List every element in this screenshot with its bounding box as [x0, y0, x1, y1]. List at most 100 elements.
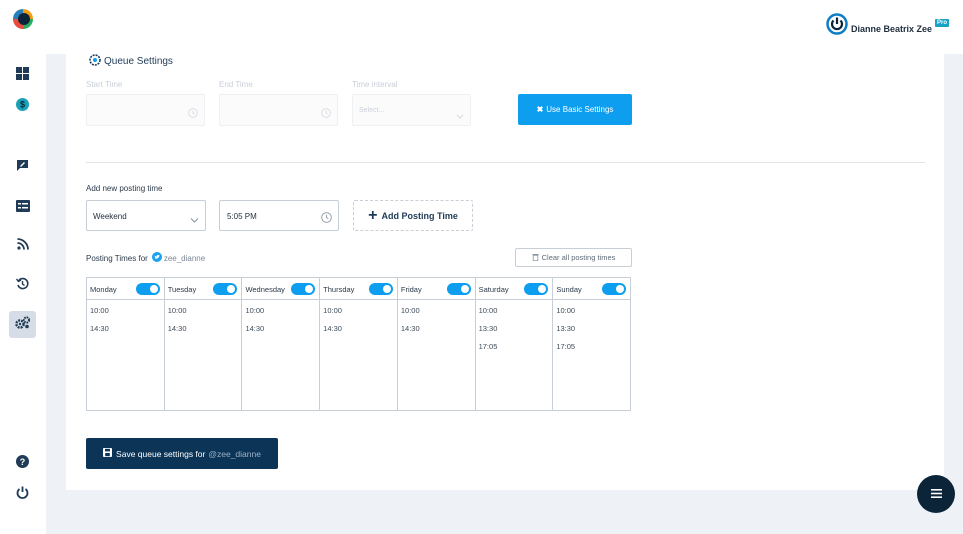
history-icon: [15, 277, 29, 295]
day-toggle[interactable]: [213, 283, 238, 295]
plus-icon: +: [368, 206, 378, 224]
day-column-wednesday: Wednesday 10:00 14:30: [242, 278, 321, 410]
trash-icon: [532, 253, 539, 263]
save-queue-handle: @zee_dianne: [208, 448, 261, 459]
day-name: Tuesday: [167, 285, 197, 294]
time-interval-select[interactable]: Select...: [352, 94, 471, 126]
day-header: Thursday: [320, 278, 397, 300]
day-toggle[interactable]: [291, 283, 316, 295]
queue-settings-card: Queue Settings Start Time End Time Time …: [66, 54, 944, 490]
help-icon: ?: [16, 454, 29, 473]
time-slot[interactable]: 14:30: [245, 324, 319, 342]
list-icon: [15, 199, 30, 217]
clock-icon: [188, 105, 198, 123]
floating-menu-button[interactable]: [917, 475, 955, 513]
compose-icon: [16, 159, 29, 177]
end-time-input[interactable]: [219, 94, 338, 126]
time-slot[interactable]: 10:00: [245, 306, 319, 324]
time-slot[interactable]: 13:30: [479, 324, 553, 342]
day-header: Tuesday: [164, 278, 242, 300]
time-slot[interactable]: 10:00: [323, 306, 397, 324]
time-slot[interactable]: 10:00: [556, 306, 630, 324]
day-name: Sunday: [556, 285, 582, 294]
time-slot[interactable]: 10:00: [479, 306, 553, 324]
day-header: Monday: [87, 278, 164, 300]
end-time-label: End Time: [219, 80, 253, 89]
start-time-label: Start Time: [86, 80, 123, 89]
dollar-icon: $: [16, 97, 29, 116]
sidebar-item-help[interactable]: ?: [9, 450, 36, 477]
pro-badge: Pro: [934, 19, 949, 27]
chevron-down-icon: [190, 211, 199, 229]
time-slot[interactable]: 14:30: [168, 324, 242, 342]
sidebar-item-compose[interactable]: [9, 154, 36, 181]
day-header: Wednesday: [242, 278, 320, 300]
day-name: Friday: [400, 285, 422, 294]
sidebar: $ ?: [0, 0, 46, 534]
day-column-friday: Friday 10:00 14:30: [397, 278, 476, 410]
svg-text:?: ?: [20, 457, 26, 467]
time-slot[interactable]: 10:00: [401, 306, 475, 324]
clock-icon: [321, 210, 332, 228]
day-select[interactable]: Weekend: [86, 200, 206, 231]
save-icon: [103, 448, 113, 459]
add-posting-time-label: Add new posting time: [86, 184, 163, 193]
start-time-input[interactable]: [86, 94, 205, 126]
clock-icon: [321, 105, 331, 123]
day-header: Saturday: [475, 278, 553, 300]
day-toggle[interactable]: [524, 283, 549, 295]
time-slot[interactable]: 14:30: [323, 324, 397, 342]
sidebar-item-dashboard[interactable]: [9, 62, 36, 89]
posting-times-header: Posting Times for zee_dianne: [86, 252, 205, 264]
time-input[interactable]: 5:05 PM: [219, 200, 339, 231]
posting-times-grid: Monday 10:00 14:30 Tuesday 10:00 14:30 W…: [86, 277, 631, 411]
time-slot[interactable]: 13:30: [556, 324, 630, 342]
day-toggle[interactable]: [446, 283, 471, 295]
power-icon: [16, 486, 29, 504]
hamburger-icon: [930, 485, 942, 503]
day-toggle[interactable]: [135, 283, 160, 295]
brand-logo[interactable]: [11, 7, 35, 31]
settings-icon: [14, 315, 31, 334]
day-column-thursday: Thursday 10:00 14:30: [320, 278, 398, 410]
user-name: Dianne Beatrix Zee: [850, 23, 932, 34]
day-toggle[interactable]: [368, 283, 393, 295]
add-posting-time-button-label: Add Posting Time: [381, 210, 458, 221]
time-slot[interactable]: 14:30: [90, 324, 164, 342]
clear-all-posting-times-button[interactable]: Clear all posting times: [515, 248, 632, 267]
sidebar-item-feeds[interactable]: [9, 232, 36, 259]
save-queue-settings-button[interactable]: Save queue settings for @zee_dianne: [86, 438, 278, 469]
rss-icon: [16, 237, 29, 255]
user-menu[interactable]: Dianne Beatrix Zee Pro: [826, 13, 949, 40]
sidebar-item-list[interactable]: [9, 194, 36, 221]
time-interval-placeholder: Select...: [359, 107, 385, 114]
day-toggle[interactable]: [602, 283, 627, 295]
day-name: Wednesday: [245, 285, 285, 294]
save-queue-label: Save queue settings for: [116, 448, 206, 459]
day-name: Saturday: [478, 285, 509, 294]
day-select-value: Weekend: [93, 212, 127, 221]
use-basic-settings-button[interactable]: ✖ Use Basic Settings: [518, 94, 632, 125]
sidebar-item-history[interactable]: [9, 272, 36, 299]
time-slot[interactable]: 17:05: [479, 342, 553, 360]
day-header: Sunday: [553, 278, 631, 300]
time-slot[interactable]: 14:30: [401, 324, 475, 342]
dashboard-icon: [16, 66, 29, 85]
sidebar-item-logout[interactable]: [9, 481, 36, 508]
day-column-saturday: Saturday 10:00 13:30 17:05: [475, 278, 554, 410]
add-posting-time-button[interactable]: + Add Posting Time: [353, 200, 473, 231]
time-slot[interactable]: 17:05: [556, 342, 630, 360]
day-column-tuesday: Tuesday 10:00 14:30: [164, 278, 243, 410]
day-header: Friday: [397, 278, 475, 300]
section-divider: [86, 162, 925, 163]
use-basic-settings-label: Use Basic Settings: [546, 105, 614, 114]
clear-all-label: Clear all posting times: [541, 253, 616, 262]
queue-gear-icon: [89, 54, 101, 69]
top-header: Dianne Beatrix Zee Pro: [46, 0, 963, 54]
sidebar-item-settings[interactable]: [9, 311, 36, 338]
sidebar-item-billing[interactable]: $: [9, 93, 36, 120]
time-slot[interactable]: 10:00: [90, 306, 164, 324]
posting-times-label: Posting Times for: [86, 253, 148, 263]
time-slot[interactable]: 10:00: [168, 306, 242, 324]
time-input-value: 5:05 PM: [227, 212, 257, 221]
